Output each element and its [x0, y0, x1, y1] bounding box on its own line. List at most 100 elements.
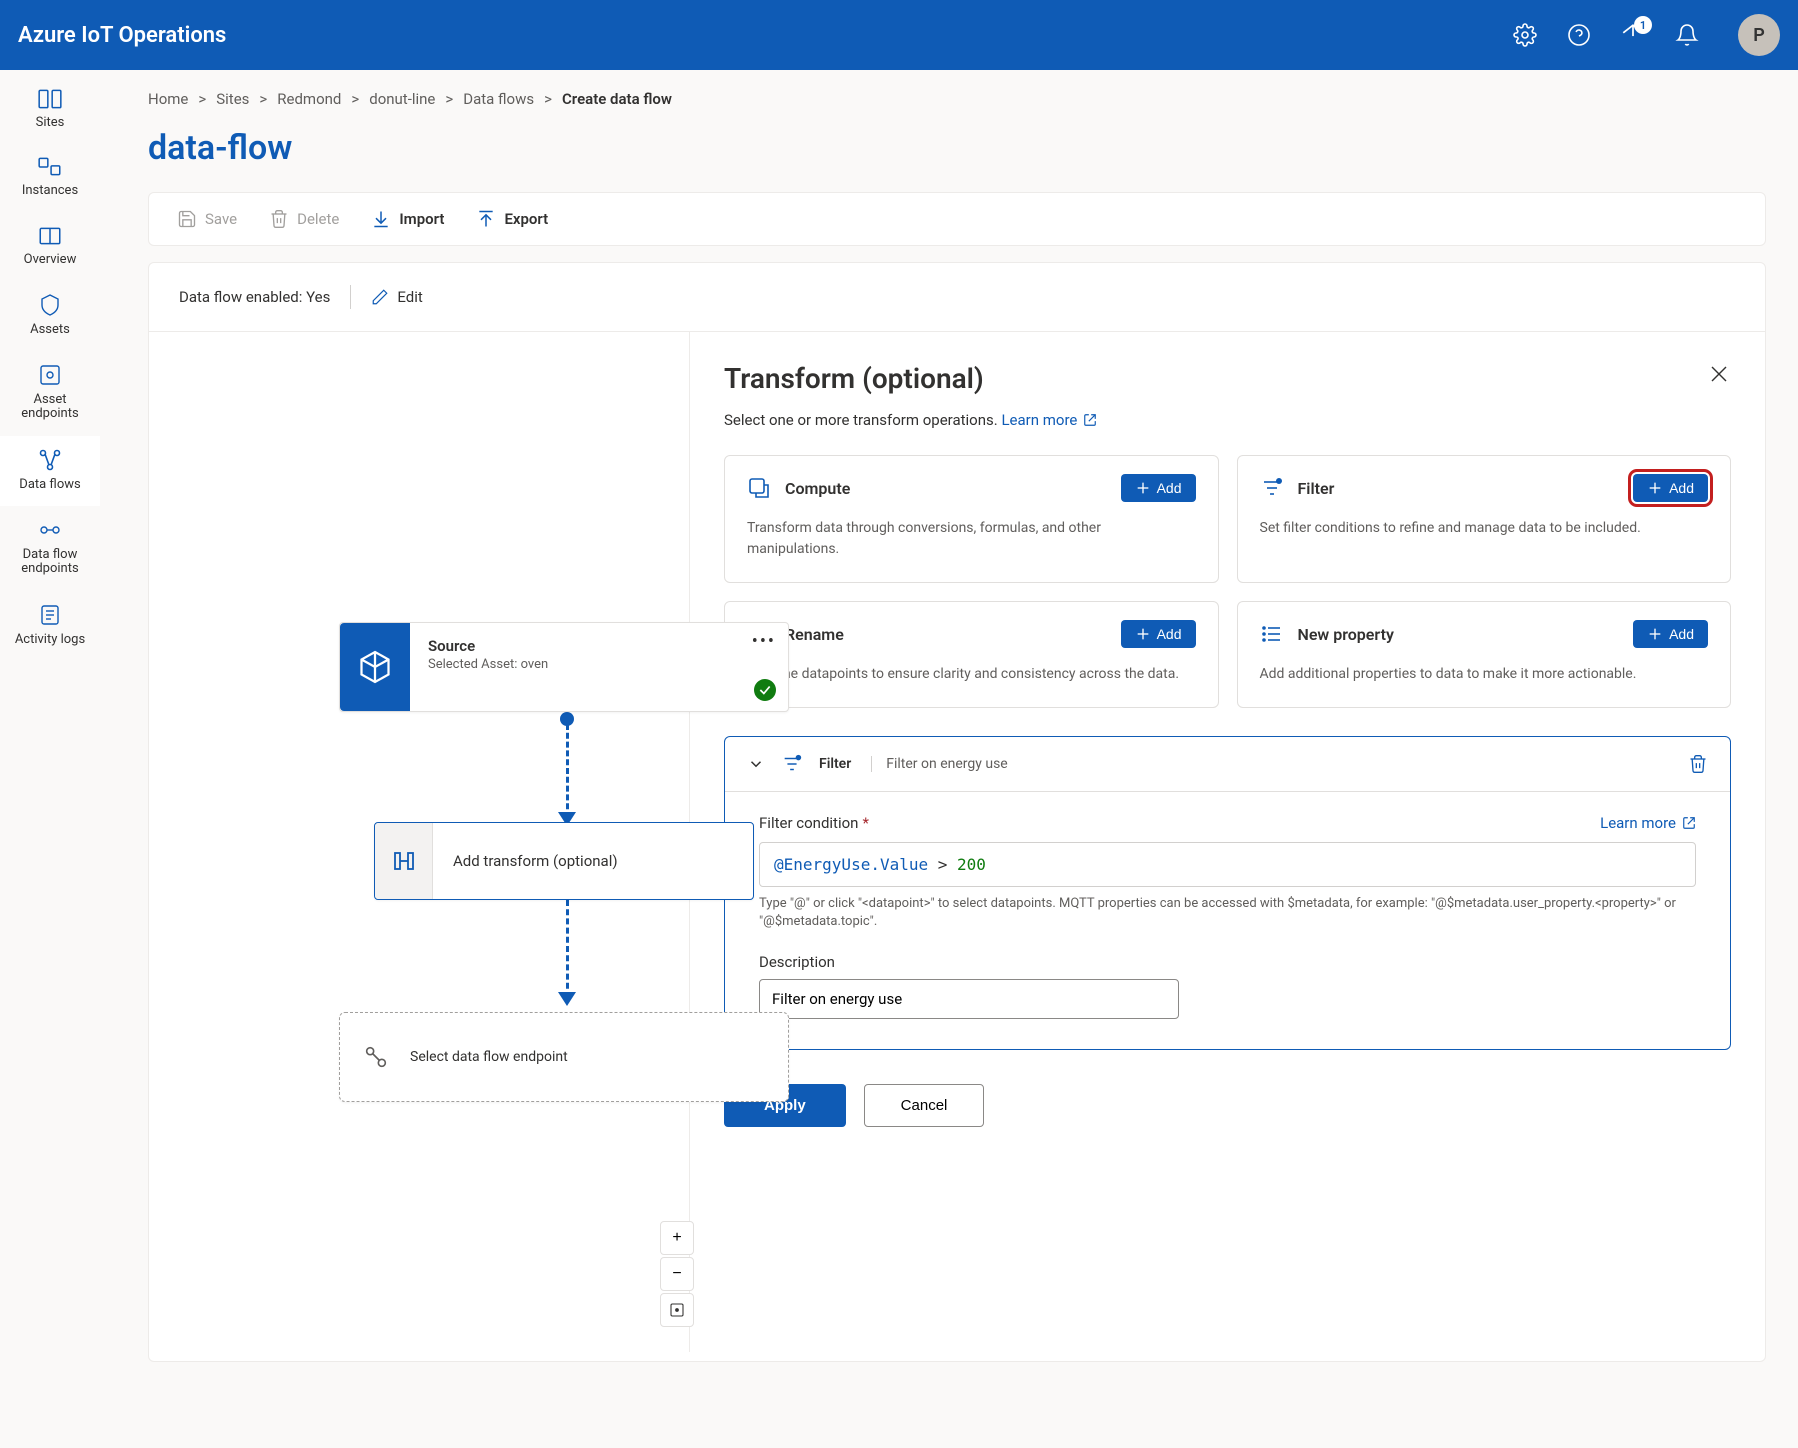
label: Export: [504, 210, 548, 228]
sidebar-item-data-flows[interactable]: Data flows: [0, 436, 100, 506]
zoom-out-button[interactable]: −: [660, 1257, 694, 1291]
label: Assets: [30, 323, 70, 337]
sidebar-item-sites[interactable]: Sites: [0, 76, 100, 144]
delete-button: Delete: [269, 209, 339, 229]
filter-learn-more[interactable]: Learn more: [1600, 814, 1696, 832]
feedback-icon[interactable]: 1: [1620, 22, 1646, 48]
left-sidebar: Sites Instances Overview Assets Asset en…: [0, 70, 100, 1448]
endpoint-label: Select data flow endpoint: [410, 1049, 568, 1065]
filter-icon: [781, 753, 803, 775]
export-button[interactable]: Export: [476, 209, 548, 229]
panel-subtitle: Select one or more transform operations.…: [724, 411, 1731, 429]
panel-title: Transform (optional): [724, 362, 984, 395]
filter-subheading: Filter on energy use: [871, 756, 1007, 772]
node-menu-icon[interactable]: •••: [752, 631, 776, 652]
newprop-add-button[interactable]: Add: [1633, 620, 1708, 648]
filter-head: Filter Filter on energy use: [725, 737, 1730, 792]
panel-actions: Apply Cancel: [724, 1084, 1731, 1127]
transform-label: Add transform (optional): [433, 852, 618, 870]
flow-canvas[interactable]: Source Selected Asset: oven ••• Add tran…: [149, 332, 689, 1352]
sidebar-item-df-endpoints[interactable]: Data flow endpoints: [0, 506, 100, 591]
label: Instances: [22, 184, 78, 198]
enabled-label: Data flow enabled:: [179, 288, 302, 306]
filter-heading: Filter: [819, 756, 851, 772]
card-rename: Rename Add Rename datapoints to ensure c…: [724, 601, 1219, 708]
label: Sites: [36, 116, 65, 130]
delete-filter-button[interactable]: [1688, 754, 1708, 774]
crumb-donut[interactable]: donut-line: [369, 90, 435, 108]
label: Data flows: [19, 478, 80, 492]
cancel-button[interactable]: Cancel: [864, 1084, 985, 1127]
rename-add-button[interactable]: Add: [1121, 620, 1196, 648]
top-bar: Azure IoT Operations 1 P: [0, 0, 1798, 70]
source-title: Source: [428, 637, 770, 655]
card-compute: Compute Add Transform data through conve…: [724, 455, 1219, 583]
crumb-dfs[interactable]: Data flows: [463, 90, 534, 108]
transform-cards: Compute Add Transform data through conve…: [724, 455, 1731, 708]
zoom-in-button[interactable]: +: [660, 1221, 694, 1255]
fit-icon: [669, 1302, 685, 1318]
breadcrumb: Home> Sites> Redmond> donut-line> Data f…: [148, 90, 1766, 108]
enabled-value: Yes: [306, 288, 330, 306]
sidebar-item-activity-logs[interactable]: Activity logs: [0, 591, 100, 661]
enabled-row: Data flow enabled: Yes Edit: [149, 263, 1765, 332]
import-button[interactable]: Import: [371, 209, 444, 229]
label: Import: [399, 210, 444, 228]
crumb-redmond[interactable]: Redmond: [277, 90, 341, 108]
crumb-home[interactable]: Home: [148, 90, 188, 108]
save-button: Save: [177, 209, 237, 229]
chevron-down-icon[interactable]: [747, 755, 765, 773]
edit-button[interactable]: Edit: [371, 288, 422, 306]
action-toolbar: Save Delete Import Export: [148, 192, 1766, 246]
crumb-sites[interactable]: Sites: [216, 90, 249, 108]
feedback-badge: 1: [1634, 16, 1652, 34]
filter-icon: [1260, 476, 1284, 500]
transform-icon: [375, 823, 433, 899]
worksheet: Data flow enabled: Yes Edit: [148, 262, 1766, 1362]
label: Asset endpoints: [4, 393, 96, 422]
label: Save: [205, 210, 237, 228]
sidebar-item-overview[interactable]: Overview: [0, 213, 100, 281]
transform-panel: Transform (optional) Select one or more …: [689, 332, 1765, 1352]
list-icon: [1260, 622, 1284, 646]
sidebar-item-instances[interactable]: Instances: [0, 144, 100, 212]
label: Activity logs: [15, 633, 85, 647]
filter-add-button[interactable]: Add: [1633, 474, 1708, 502]
settings-icon[interactable]: [1512, 22, 1538, 48]
label: Data flow endpoints: [4, 548, 96, 577]
label: Overview: [24, 253, 77, 267]
compute-add-button[interactable]: Add: [1121, 474, 1196, 502]
node-transform[interactable]: Add transform (optional): [374, 822, 754, 900]
compute-icon: [747, 476, 771, 500]
filter-condition-input[interactable]: @EnergyUse.Value > 200: [759, 842, 1696, 887]
main-content: Home> Sites> Redmond> donut-line> Data f…: [100, 70, 1798, 1448]
filter-cond-label: Filter condition*: [759, 814, 869, 832]
crumb-current: Create data flow: [562, 90, 672, 108]
bell-icon[interactable]: [1674, 22, 1700, 48]
card-newprop: New property Add Add additional properti…: [1237, 601, 1732, 708]
check-icon: [754, 679, 776, 701]
app-title: Azure IoT Operations: [18, 23, 226, 48]
filter-editor: Filter Filter on energy use Filter condi…: [724, 736, 1731, 1050]
desc-label: Description: [759, 953, 1696, 971]
description-input[interactable]: [759, 979, 1179, 1019]
sidebar-item-assets[interactable]: Assets: [0, 281, 100, 351]
sidebar-item-asset-endpoints[interactable]: Asset endpoints: [0, 351, 100, 436]
help-icon[interactable]: [1566, 22, 1592, 48]
page-title: data-flow: [148, 128, 1766, 168]
label: Delete: [297, 210, 339, 228]
endpoint-icon: [362, 1043, 390, 1071]
cube-icon: [340, 623, 410, 711]
label: Edit: [397, 288, 422, 306]
node-endpoint[interactable]: Select data flow endpoint: [339, 1012, 789, 1102]
close-icon[interactable]: [1707, 362, 1731, 386]
zoom-controls: + −: [660, 1221, 694, 1327]
user-avatar[interactable]: P: [1738, 14, 1780, 56]
top-actions: 1 P: [1512, 14, 1780, 56]
source-sub: Selected Asset: oven: [428, 657, 770, 672]
filter-hint: Type "@" or click "<datapoint>" to selec…: [759, 895, 1696, 931]
learn-more-link[interactable]: Learn more: [1001, 411, 1097, 429]
node-source[interactable]: Source Selected Asset: oven •••: [339, 622, 789, 712]
card-filter: Filter Add Set filter conditions to refi…: [1237, 455, 1732, 583]
zoom-fit-button[interactable]: [660, 1293, 694, 1327]
